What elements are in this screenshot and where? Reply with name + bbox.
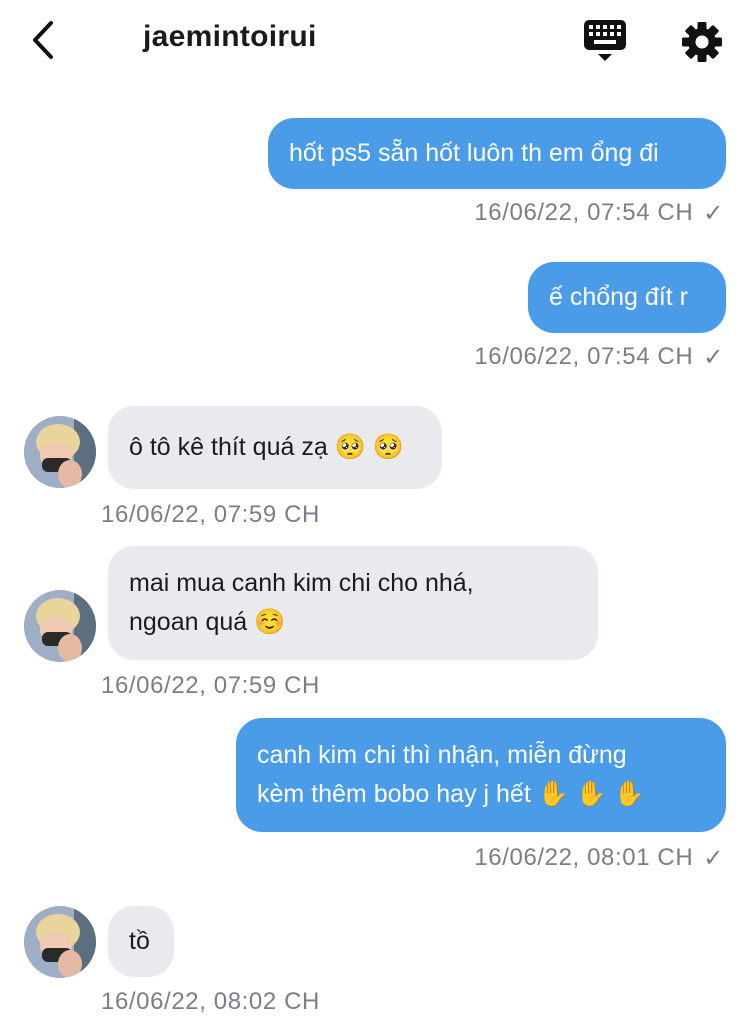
message-timestamp: 16/06/22, 08:02 CH: [101, 988, 320, 1015]
sent-check-icon: ✓: [703, 200, 724, 228]
message-timestamp-row: 16/06/22, 08:01 CH ✓: [474, 844, 724, 873]
gear-icon: [682, 22, 722, 62]
chat-header: jaemintoirui: [0, 0, 750, 80]
contact-avatar[interactable]: [24, 906, 96, 978]
sent-check-icon: ✓: [703, 845, 724, 873]
message-timestamp-row: 16/06/22, 07:54 CH ✓: [474, 199, 724, 228]
contact-avatar[interactable]: [24, 416, 96, 488]
contact-avatar[interactable]: [24, 590, 96, 662]
settings-button[interactable]: [680, 20, 724, 64]
message-timestamp: 16/06/22, 08:01 CH: [474, 844, 694, 871]
avatar-image: [24, 906, 96, 978]
sent-check-icon: ✓: [703, 344, 724, 372]
avatar-image: [24, 416, 96, 488]
chat-screen: jaemintoirui hốt ps5 sẵn hốt luôn th em …: [0, 0, 750, 1029]
message-line: kèm thêm bobo hay j hết ✋ ✋ ✋: [257, 780, 645, 808]
message-timestamp: 16/06/22, 07:54 CH: [474, 343, 694, 370]
message-line: ngoan quá ☺️: [129, 608, 286, 636]
message-timestamp-row: 16/06/22, 07:54 CH ✓: [474, 343, 724, 372]
outgoing-message[interactable]: ế chổng đít r: [528, 262, 726, 333]
chevron-left-icon: [33, 21, 53, 59]
keyboard-icon: [584, 20, 626, 61]
message-timestamp: 16/06/22, 07:59 CH: [101, 501, 320, 528]
outgoing-message[interactable]: canh kim chi thì nhận, miễn đừng kèm thê…: [236, 718, 726, 832]
incoming-message[interactable]: mai mua canh kim chi cho nhá, ngoan quá …: [108, 546, 598, 660]
message-timestamp: 16/06/22, 07:54 CH: [474, 199, 694, 226]
incoming-message[interactable]: ô tô kê thít quá zạ 🥺 🥺: [108, 406, 442, 489]
message-line: canh kim chi thì nhận, miễn đừng: [257, 741, 627, 769]
back-button[interactable]: [22, 18, 66, 62]
message-timestamp: 16/06/22, 07:59 CH: [101, 672, 320, 699]
chat-title: jaemintoirui: [143, 20, 317, 53]
message-line: mai mua canh kim chi cho nhá,: [129, 569, 474, 597]
incoming-message[interactable]: tồ: [108, 906, 174, 977]
avatar-image: [24, 590, 96, 662]
keyboard-button[interactable]: [582, 18, 630, 64]
outgoing-message[interactable]: hốt ps5 sẵn hốt luôn th em ổng đi: [268, 118, 726, 189]
